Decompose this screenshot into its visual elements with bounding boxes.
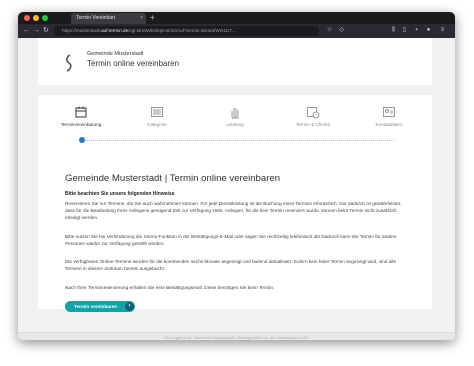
library-icon[interactable]: ⫼	[390, 27, 397, 34]
step-label: Kontaktdaten	[375, 122, 403, 127]
step-label: Leistung	[226, 122, 244, 127]
page-content: Gemeinde Musterstadt Termin online verei…	[18, 38, 455, 340]
paragraph-4: Nach Ihrer Terminreservierung erhalten S…	[65, 285, 275, 290]
step-kontaktdaten[interactable]: Kontaktdaten	[354, 105, 424, 127]
step-leistung[interactable]: Leistung	[200, 105, 270, 127]
url-path: /cgi-bin/WebObjects/SOAuf?termin-wizard/…	[128, 28, 236, 33]
browser-window: Termin Vereinbart × + ← → ↻ https://must…	[18, 12, 455, 340]
nav-bar: ← → ↻ https://musterstadt.auf-termin.de/…	[18, 24, 455, 38]
app-title: Termin online vereinbaren	[87, 59, 180, 68]
municipality-logo-icon	[66, 54, 72, 72]
account-icon[interactable]: ●	[425, 27, 432, 34]
paragraph-2: Bitte nutzen Sie bei Verhinderung die St…	[65, 234, 397, 246]
url-prefix: https://musterstadt.	[62, 28, 102, 33]
arrow-right-icon: ›	[125, 302, 134, 311]
site-header: Gemeinde Musterstadt Termin online verei…	[38, 38, 432, 85]
new-tab-button[interactable]: +	[150, 12, 155, 24]
current-step-indicator	[79, 137, 85, 143]
site-footer: Ein Angebot der Gemeinde Musterstadt | B…	[18, 332, 455, 340]
contact-icon	[383, 107, 395, 117]
extension-icon[interactable]: ▪	[413, 27, 420, 34]
step-terminvereinbarung[interactable]: Terminvereinbarung	[46, 105, 116, 127]
page-heading: Gemeinde Musterstadt | Termin online ver…	[65, 173, 281, 184]
calendar-icon	[75, 106, 87, 118]
clock-calendar-icon	[307, 107, 320, 119]
minimize-window-icon[interactable]	[33, 15, 39, 21]
close-window-icon[interactable]	[24, 15, 30, 21]
step-label: Kategorie	[147, 122, 167, 127]
address-bar[interactable]: https://musterstadt.auf-termin.de/cgi-bi…	[54, 26, 319, 36]
browser-tab[interactable]: Termin Vereinbart ×	[71, 13, 146, 24]
step-label: Terminvereinbarung	[60, 122, 102, 127]
notice-title: Bitte beachten Sie unsere folgenden Hinw…	[65, 191, 175, 197]
pocket-icon[interactable]: ◇	[338, 27, 345, 34]
municipality-name: Gemeinde Musterstadt	[87, 51, 144, 57]
tab-title: Termin Vereinbart	[76, 15, 116, 21]
main-panel: Terminvereinbarung Kategorie Leistung Te…	[38, 95, 432, 312]
tab-bar: Termin Vereinbart × +	[18, 12, 455, 24]
menu-icon[interactable]: ≡	[439, 27, 446, 34]
paragraph-3: Die verfügbaren Online-Termine werden fü…	[65, 259, 397, 271]
step-kategorie[interactable]: Kategorie	[122, 105, 192, 127]
tab-close-icon[interactable]: ×	[140, 13, 143, 24]
back-icon[interactable]: ←	[23, 26, 30, 36]
maximize-window-icon[interactable]	[42, 15, 48, 21]
book-appointment-button[interactable]: Termin vereinbaren ›	[65, 301, 135, 312]
paragraph-1: Reservieren Sie nur Termine, die Sie auc…	[65, 201, 402, 220]
step-termin-uhrzeit[interactable]: Termin & Uhrzeit	[278, 105, 348, 127]
reload-icon[interactable]: ↻	[43, 26, 49, 36]
list-icon	[151, 107, 163, 117]
sidebar-icon[interactable]: ▯	[401, 27, 408, 34]
url-domain: auf-termin.de	[101, 28, 129, 33]
book-appointment-label: Termin vereinbaren	[74, 304, 118, 309]
bookmark-star-icon[interactable]: ☆	[326, 27, 333, 34]
footer-text: Ein Angebot der Gemeinde Musterstadt | B…	[164, 335, 309, 340]
step-label: Termin & Uhrzeit	[296, 122, 330, 127]
progress-track	[82, 140, 394, 141]
forward-icon[interactable]: →	[33, 26, 40, 36]
hand-icon	[231, 108, 239, 119]
